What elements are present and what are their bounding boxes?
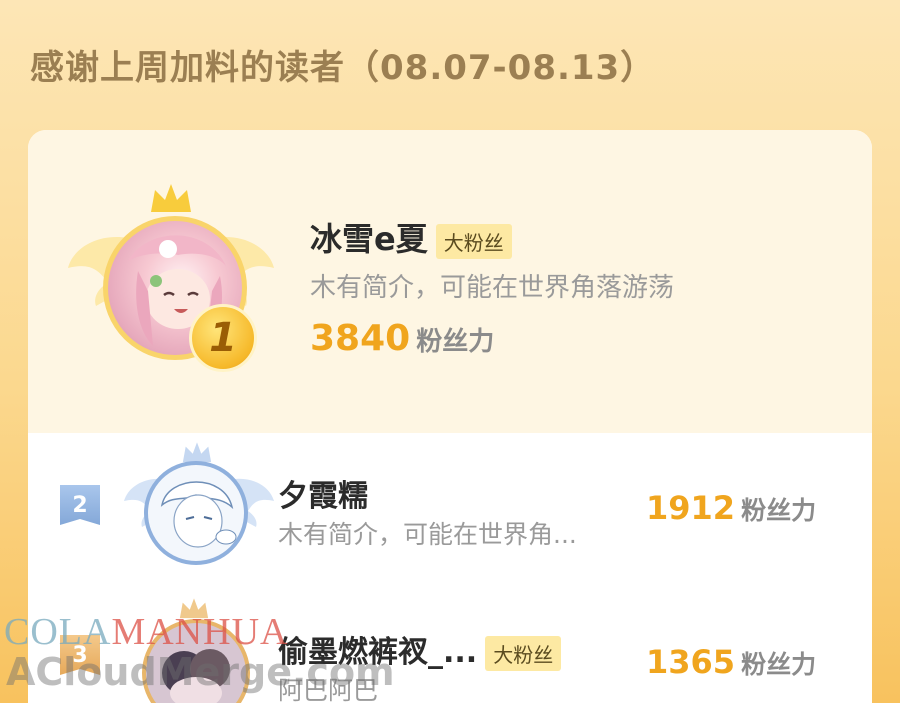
couple-avatar [162,649,230,703]
first-score-unit: 粉丝力 [416,327,495,357]
rank-three-bio: 阿巴阿巴 [278,676,379,703]
first-score: 3840 粉丝力 [310,318,494,359]
rank-row-3[interactable]: 3 偷墨燃裤衩_... 大粉丝 阿巴阿巴 1365 粉丝力 [28,573,872,703]
rank-two-score-unit: 粉丝力 [741,496,817,525]
rank-one-medal: 1 [189,304,257,372]
rank-three-score-value: 1365 [646,643,736,681]
rank-three-flag: 3 [60,635,100,675]
first-name-text: 冰雪e夏 [310,220,428,258]
rank-three-name[interactable]: 偷墨燃裤衩_... 大粉丝 [278,627,562,671]
rank-three-fan-badge: 大粉丝 [485,636,562,671]
rank-three-name-text: 偷墨燃裤衩_... [278,635,478,670]
page-title: 感谢上周加料的读者（08.07-08.13） [30,48,656,88]
rank-two-flag: 2 [60,485,100,525]
rank-two-avatar[interactable] [144,461,248,565]
crown-icon [151,184,191,212]
first-name[interactable]: 冰雪e夏 大粉丝 [310,214,512,260]
rank-two-score: 1912 粉丝力 [646,489,816,527]
rank-three-score-unit: 粉丝力 [741,650,817,679]
rank-three-avatar[interactable] [142,619,250,703]
first-score-value: 3840 [310,318,411,359]
leaderboard-card: 1 冰雪e夏 大粉丝 木有简介，可能在世界角落游荡 3840 粉丝力 2 夕霞糯… [28,130,872,703]
first-place-panel[interactable]: 1 冰雪e夏 大粉丝 木有简介，可能在世界角落游荡 3840 粉丝力 [28,130,872,433]
anime-boy-avatar [160,481,237,548]
first-bio: 木有简介，可能在世界角落游荡 [310,273,675,303]
rank-row-2[interactable]: 2 夕霞糯 木有简介，可能在世界角... 1912 粉丝力 [28,433,872,573]
crown-icon [179,598,209,619]
rank-two-bio: 木有简介，可能在世界角... [278,520,577,549]
rank-two-name[interactable]: 夕霞糯 [278,471,368,515]
rank-three-score: 1365 粉丝力 [646,643,816,681]
first-fan-badge: 大粉丝 [435,223,512,259]
rank-two-score-value: 1912 [646,489,736,527]
